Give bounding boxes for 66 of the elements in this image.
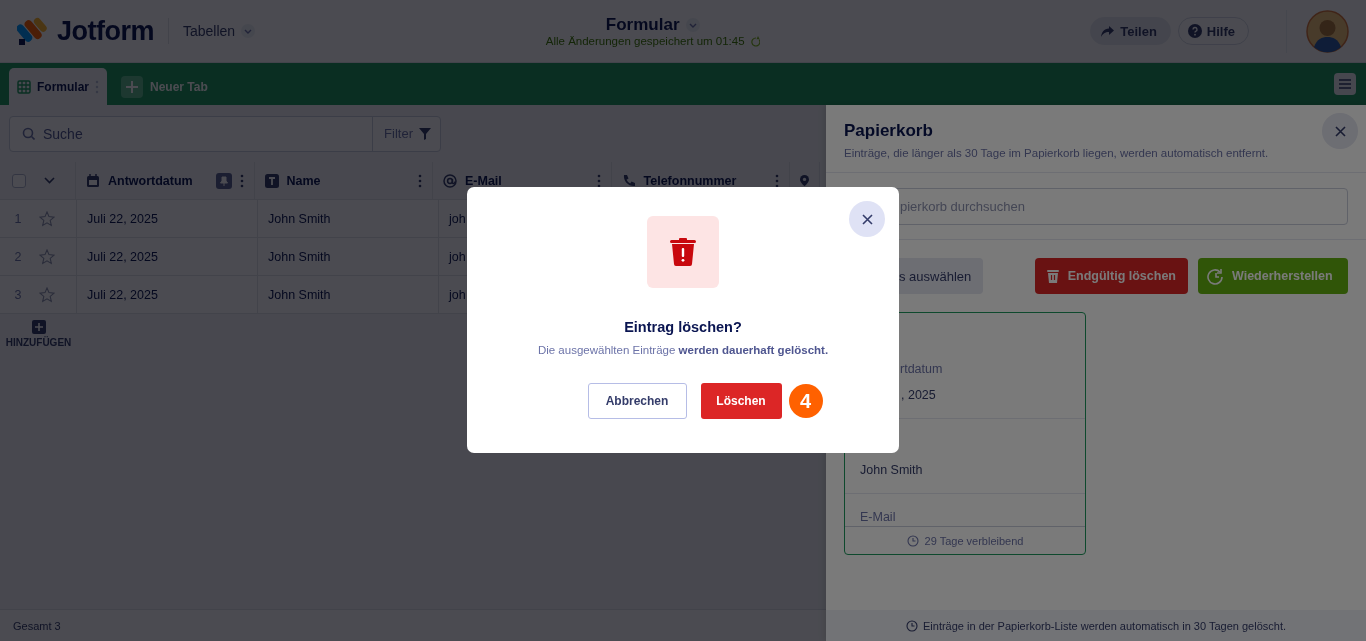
star-icon[interactable] — [39, 210, 55, 227]
plus-icon — [31, 320, 46, 334]
trash-icon — [1045, 268, 1060, 284]
avatar[interactable] — [1306, 9, 1349, 53]
add-row-button[interactable]: HINZUFÜGEN — [0, 314, 77, 349]
plus-icon — [121, 75, 143, 98]
app-switcher[interactable]: Tabellen — [183, 23, 256, 39]
form-title[interactable]: Formular — [605, 15, 700, 35]
star-icon[interactable] — [39, 286, 55, 303]
text-field-icon — [264, 173, 279, 188]
table-cell: Juli 22, 2025 — [77, 238, 258, 275]
table-cell: John Smith — [258, 276, 439, 313]
more-icon[interactable] — [596, 173, 601, 188]
panel-footer-note: Einträge in der Papierkorb-Liste werden automatisch in 30 Tagen gelöscht. — [923, 619, 1286, 632]
column-header[interactable]: Name — [286, 173, 321, 188]
select-all-checkbox[interactable] — [12, 173, 26, 188]
clock-icon — [906, 619, 918, 632]
help-button[interactable]: Hilfe — [1177, 17, 1249, 45]
column-header[interactable]: Telefonnummer — [643, 173, 737, 188]
search-icon — [22, 127, 35, 140]
more-icon[interactable] — [775, 173, 779, 188]
field-label: rtdatum — [900, 362, 944, 377]
table-cell: Juli 22, 2025 — [77, 200, 258, 237]
field-label: E-Mail — [860, 510, 897, 525]
close-button[interactable] — [849, 201, 885, 237]
restore-button[interactable]: Wiederherstellen — [1198, 258, 1348, 294]
panel-title: Papierkorb — [844, 121, 933, 141]
table-cell: John Smith — [258, 238, 439, 275]
close-icon — [1334, 125, 1346, 137]
delete-button[interactable]: Löschen — [700, 383, 782, 419]
table-cell: John Smith — [258, 200, 439, 237]
delete-permanently-button[interactable]: Endgültig löschen — [1034, 258, 1188, 294]
help-icon — [1187, 24, 1202, 38]
field-value: John Smith — [860, 462, 924, 477]
restore-clock-icon — [1207, 267, 1224, 285]
table-cell: Juli 22, 2025 — [77, 276, 258, 313]
logo-icon — [17, 15, 49, 47]
chevron-down-icon — [685, 18, 700, 32]
chevron-down-icon — [241, 24, 256, 38]
days-remaining: 29 Tage verbleibend — [924, 534, 1024, 547]
column-header[interactable]: Antwortdatum — [108, 173, 193, 188]
field-value: , 2025 — [901, 388, 937, 403]
cancel-button[interactable]: Abbrechen — [587, 383, 687, 419]
trash-warning-icon — [670, 238, 696, 266]
calendar-icon — [86, 173, 100, 188]
filter-icon — [419, 127, 431, 140]
share-arrow-icon — [1100, 24, 1116, 38]
new-tab-button[interactable]: Neuer Tab — [117, 68, 212, 105]
clock-icon — [906, 534, 919, 547]
star-icon[interactable] — [39, 248, 55, 265]
panel-description: Einträge, die länger als 30 Tage im Papierkorb liegen, werden automatisch entfernt. — [844, 147, 1270, 159]
close-button[interactable] — [1322, 113, 1358, 149]
logo-text: Jotform — [57, 15, 154, 47]
close-icon — [861, 213, 873, 225]
tab[interactable]: Formular — [9, 68, 107, 105]
save-status: Alle Änderungen gespeichert um 01:45 — [545, 35, 745, 47]
phone-icon — [621, 173, 636, 188]
table-icon — [17, 79, 31, 94]
step-badge: 4 — [788, 384, 823, 418]
at-sign-icon — [443, 173, 457, 188]
menu-icon[interactable] — [1334, 73, 1356, 95]
dialog-title: Eintrag löschen? — [624, 319, 742, 335]
column-header[interactable]: E-Mail — [465, 173, 502, 188]
row-count: Gesamt 3 — [13, 619, 61, 632]
chevron-down-icon[interactable] — [44, 177, 55, 184]
dialog-message: Die ausgewählten Einträge werden dauerhaft gelöscht. — [537, 344, 829, 356]
